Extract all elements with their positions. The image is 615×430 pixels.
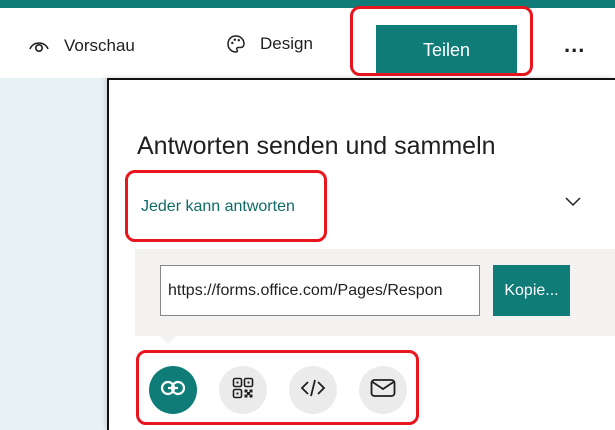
- copy-link-button[interactable]: Kopie...: [493, 265, 570, 316]
- panel-title: Antworten senden und sammeln: [137, 132, 496, 160]
- toolbar: Vorschau Design Teilen ...: [0, 8, 615, 78]
- email-icon: [370, 378, 396, 403]
- eye-icon: [28, 38, 50, 54]
- share-link-input[interactable]: [160, 265, 480, 316]
- more-options-button[interactable]: ...: [564, 34, 585, 56]
- permission-dropdown-label[interactable]: Jeder kann antworten: [141, 198, 295, 216]
- preview-label: Vorschau: [64, 36, 135, 55]
- link-box-pointer: [156, 332, 180, 344]
- background-area: [0, 78, 107, 430]
- link-icon: [160, 378, 186, 403]
- share-button[interactable]: Teilen: [376, 25, 517, 75]
- design-label: Design: [260, 34, 313, 53]
- design-button[interactable]: Design: [226, 34, 313, 54]
- chevron-down-icon[interactable]: [563, 194, 583, 213]
- qr-code-option-button[interactable]: [219, 366, 267, 414]
- qr-code-icon: [232, 377, 254, 404]
- email-option-button[interactable]: [359, 366, 407, 414]
- embed-option-button[interactable]: [289, 366, 337, 414]
- top-accent-strip: [0, 0, 615, 8]
- preview-button[interactable]: Vorschau: [28, 36, 135, 56]
- embed-code-icon: [300, 378, 326, 403]
- palette-icon: [226, 34, 246, 54]
- link-option-button[interactable]: [149, 366, 197, 414]
